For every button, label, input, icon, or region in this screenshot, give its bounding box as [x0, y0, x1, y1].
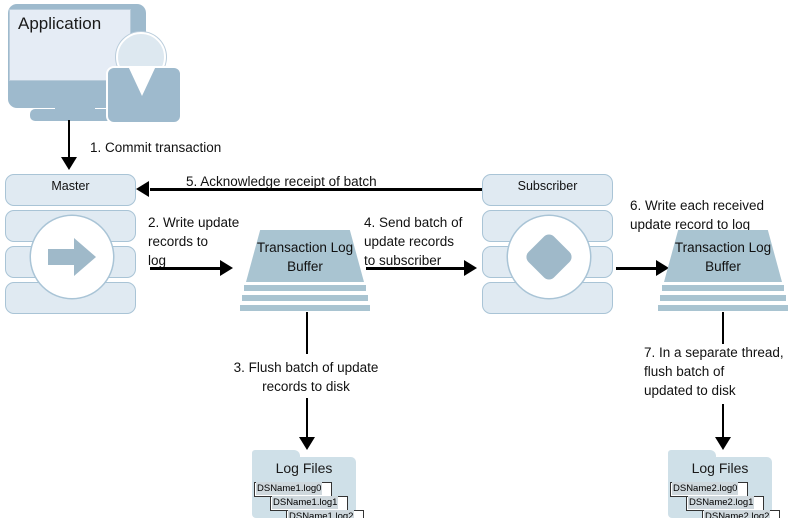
log-file-item[interactable]: DSName2.log0 [670, 482, 748, 497]
step-5-label: 5. Acknowledge receipt of batch [186, 174, 377, 189]
log-file-item[interactable]: DSName2.log1 [686, 496, 764, 511]
log-files-subscriber-label: Log Files [691, 460, 749, 476]
diamond-icon [508, 216, 590, 298]
step-6-label: 6. Write each received update record to … [630, 198, 765, 232]
step4-arrow-head [464, 260, 477, 276]
application-label: Application [18, 14, 102, 33]
buffer-master-stripe-1 [244, 285, 366, 291]
step5-arrow-head [136, 181, 149, 197]
log-file-name: DSName2.log1 [688, 496, 755, 509]
log-file-item[interactable]: DSName2.log2 [702, 510, 780, 518]
node-buffer-master[interactable]: Transaction Log Buffer [240, 230, 370, 311]
log-file-name: DSName1.log1 [272, 496, 339, 509]
diamond-glyph [526, 234, 572, 280]
person-collar-icon [128, 66, 156, 96]
right-arrow-glyph [48, 238, 96, 276]
node-master[interactable]: Master [5, 174, 136, 316]
log-file-name: DSName1.log2 [288, 510, 355, 518]
buffer-subscriber-stripe-3 [658, 305, 788, 311]
step4-arrow-line [366, 267, 466, 270]
log-file-name: DSName2.log2 [704, 510, 771, 518]
step3-arrow-line-bottom [306, 398, 308, 440]
log-file-item[interactable]: DSName1.log1 [270, 496, 348, 511]
buffer-subscriber-stripe-1 [662, 285, 784, 291]
step2-arrow-line [150, 267, 222, 270]
step1-arrow-head [61, 157, 77, 170]
log-files-master[interactable]: Log Files DSName1.log0 DSName1.log1 DSNa… [252, 450, 364, 518]
node-subscriber[interactable]: Subscriber [482, 174, 613, 316]
log-files-master-label: Log Files [275, 460, 333, 476]
diagram-canvas: Application 1. Commit transaction Master… [0, 0, 795, 518]
buffer-master-stripe-2 [242, 295, 368, 301]
master-label: Master [51, 179, 90, 193]
step-3-label: 3. Flush batch of update records to disk [233, 360, 379, 394]
step3-arrow-head [299, 437, 315, 450]
log-file-item[interactable]: DSName1.log0 [254, 482, 332, 497]
log-file-name: DSName1.log0 [256, 482, 323, 495]
buffer-master-label: Transaction Log Buffer [256, 240, 354, 274]
step7-arrow-head [715, 437, 731, 450]
log-files-subscriber[interactable]: Log Files DSName2.log0 DSName2.log1 DSNa… [668, 450, 780, 518]
step-1-label: 1. Commit transaction [90, 140, 222, 155]
buffer-master-stripe-3 [240, 305, 370, 311]
log-file-name: DSName2.log0 [672, 482, 739, 495]
step2-arrow-head [220, 260, 233, 276]
step7-arrow-line-bottom [722, 404, 724, 440]
step6-arrow-line [616, 267, 658, 270]
step-7-label: 7. In a separate thread, flush batch of … [644, 345, 784, 398]
buffer-subscriber-stripe-2 [660, 295, 786, 301]
step3-arrow-line-top [306, 312, 308, 354]
step1-arrow-line [68, 120, 70, 160]
subscriber-label: Subscriber [517, 179, 578, 193]
step7-arrow-line-top [722, 312, 724, 344]
buffer-subscriber-label: Transaction Log Buffer [674, 240, 772, 274]
application-figure: Application [0, 0, 190, 125]
node-buffer-subscriber[interactable]: Transaction Log Buffer [658, 230, 788, 311]
log-file-item[interactable]: DSName1.log2 [286, 510, 364, 518]
right-arrow-icon [31, 216, 113, 298]
step-4-label: 4. Send batch of update records to subsc… [364, 215, 463, 268]
